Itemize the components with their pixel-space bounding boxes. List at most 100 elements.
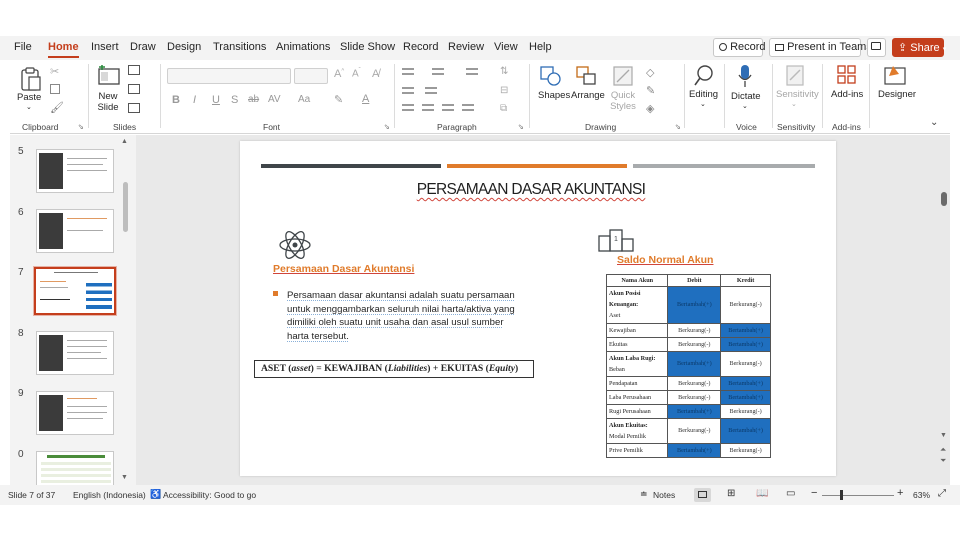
increase-indent-icon[interactable] xyxy=(425,87,437,89)
saldo-normal-table[interactable]: Nama Akun Debit Kredit Akun Posisi Keuang… xyxy=(605,274,771,458)
smartart-icon[interactable]: ⧉ xyxy=(500,103,507,114)
previous-slide-icon[interactable]: ⏶ xyxy=(940,445,946,455)
arrange-button-label[interactable]: Arrange xyxy=(571,90,605,101)
align-center-icon[interactable] xyxy=(422,104,434,106)
sensitivity-button-label[interactable]: Sensitivity xyxy=(776,89,819,100)
chevron-down-icon[interactable]: ⌄ xyxy=(700,100,706,108)
change-case-icon[interactable]: Aa xyxy=(298,94,310,105)
shape-outline-icon[interactable]: ✎ xyxy=(646,84,655,97)
bullets-icon[interactable] xyxy=(402,68,414,70)
justify-icon[interactable] xyxy=(462,104,474,106)
tab-insert[interactable]: Insert xyxy=(91,41,119,53)
zoom-in-icon[interactable]: + xyxy=(897,487,903,499)
strikethrough-icon[interactable]: ab xyxy=(248,94,259,105)
new-slide-button-label[interactable]: New Slide xyxy=(96,91,120,113)
scroll-down-icon[interactable]: ▼ xyxy=(940,432,947,439)
microphone-icon[interactable] xyxy=(737,64,753,90)
zoom-level[interactable]: 63% xyxy=(913,490,930,500)
underline-icon[interactable]: U xyxy=(212,94,220,106)
new-slide-icon[interactable] xyxy=(96,65,122,87)
slide-title[interactable]: PERSAMAAN DASAR AKUNTANSI xyxy=(240,181,822,199)
dictate-button-label[interactable]: Dictate xyxy=(731,91,761,102)
highlight-icon[interactable]: ✎ xyxy=(334,93,343,106)
cut-icon[interactable]: ✂ xyxy=(50,65,59,78)
dialog-launcher-icon[interactable]: ⬂ xyxy=(518,123,524,131)
record-button[interactable]: Record xyxy=(713,38,766,57)
slideshow-icon[interactable]: ▭ xyxy=(786,488,795,499)
slide-thumbnail[interactable] xyxy=(36,209,114,253)
share-button[interactable]: ⇪ Share ▾ xyxy=(892,38,946,57)
thumbnails-scrollbar[interactable]: ▲ ▼ xyxy=(121,138,128,481)
bold-icon[interactable]: B xyxy=(172,94,180,106)
tab-review[interactable]: Review xyxy=(448,41,484,53)
tab-draw[interactable]: Draw xyxy=(130,41,156,53)
paste-button-label[interactable]: Paste xyxy=(17,92,41,103)
reading-view-icon[interactable]: 📖 xyxy=(756,488,768,499)
chevron-down-icon[interactable]: ⌄ xyxy=(742,102,748,110)
designer-icon[interactable] xyxy=(883,64,907,86)
table-title[interactable]: Saldo Normal Akun xyxy=(617,254,713,266)
slide-thumbnail[interactable] xyxy=(36,451,114,485)
format-painter-icon[interactable]: 🖌 xyxy=(50,101,64,114)
decrease-font-icon[interactable]: Aˇ xyxy=(352,68,361,79)
shadow-icon[interactable]: S xyxy=(231,94,238,106)
quick-styles-button-label[interactable]: Quick Styles xyxy=(610,90,636,112)
slide-canvas[interactable]: PERSAMAAN DASAR AKUNTANSI Persamaan Dasa… xyxy=(240,141,836,476)
reset-icon[interactable] xyxy=(128,84,140,94)
tab-view[interactable]: View xyxy=(494,41,518,53)
font-size-dropdown[interactable] xyxy=(294,68,328,84)
section-icon[interactable] xyxy=(128,103,140,113)
chevron-down-icon[interactable]: ⌄ xyxy=(791,100,797,108)
section-heading[interactable]: Persamaan Dasar Akuntansi xyxy=(273,263,414,275)
fit-to-window-icon[interactable]: ⤢ xyxy=(938,488,946,499)
font-name-dropdown[interactable] xyxy=(167,68,291,84)
align-text-icon[interactable]: ⊟ xyxy=(500,85,508,96)
slide-thumbnail[interactable] xyxy=(36,391,114,435)
next-slide-icon[interactable]: ⏷ xyxy=(940,456,946,466)
collapse-ribbon-icon[interactable]: ⌄ xyxy=(930,117,938,128)
numbering-icon[interactable] xyxy=(432,68,444,70)
equation-box[interactable]: ASET (asset) = KEWAJIBAN (Liabilities) +… xyxy=(254,360,534,378)
language-indicator[interactable]: English (Indonesia) xyxy=(73,490,146,500)
shapes-button-label[interactable]: Shapes xyxy=(538,90,570,101)
present-in-teams-button[interactable]: Present in Teams xyxy=(769,38,872,57)
add-ins-icon[interactable] xyxy=(836,64,858,86)
tab-home[interactable]: Home xyxy=(48,41,79,58)
shape-fill-icon[interactable]: ◇ xyxy=(646,66,654,79)
quick-styles-icon[interactable] xyxy=(612,65,636,89)
add-ins-button-label[interactable]: Add-ins xyxy=(831,89,863,100)
layout-icon[interactable] xyxy=(128,65,140,75)
copy-icon[interactable] xyxy=(50,84,60,94)
zoom-slider[interactable] xyxy=(822,495,894,496)
arrange-icon[interactable] xyxy=(575,65,599,87)
chevron-down-icon[interactable]: ⌄ xyxy=(26,103,32,111)
shape-effects-icon[interactable]: ◈ xyxy=(646,102,654,115)
accessibility-icon[interactable]: ♿ xyxy=(150,489,161,500)
slide-sorter-icon[interactable]: ⊞ xyxy=(727,488,735,499)
dialog-launcher-icon[interactable]: ⬂ xyxy=(675,123,681,131)
sensitivity-icon[interactable] xyxy=(785,64,807,88)
notes-button[interactable]: Notes xyxy=(653,490,675,500)
accessibility-status[interactable]: Accessibility: Good to go xyxy=(163,490,256,500)
tab-help[interactable]: Help xyxy=(529,41,552,53)
decrease-indent-icon[interactable] xyxy=(402,87,414,89)
line-spacing-icon[interactable] xyxy=(466,68,478,70)
font-color-icon[interactable]: A xyxy=(362,93,369,105)
dialog-launcher-icon[interactable]: ⬂ xyxy=(78,123,84,131)
italic-icon[interactable]: I xyxy=(193,94,196,106)
tab-slide-show[interactable]: Slide Show xyxy=(340,41,395,53)
clear-formatting-icon[interactable]: A̸ xyxy=(372,68,379,80)
tab-record[interactable]: Record xyxy=(403,41,438,53)
comments-button[interactable] xyxy=(867,38,886,57)
editor-scroll-thumb[interactable] xyxy=(941,192,947,206)
slide-thumbnail-selected[interactable] xyxy=(33,266,117,316)
designer-button-label[interactable]: Designer xyxy=(878,89,916,100)
dialog-launcher-icon[interactable]: ⬂ xyxy=(384,123,390,131)
slide-thumbnail[interactable] xyxy=(36,149,114,193)
zoom-out-icon[interactable]: − xyxy=(811,487,817,499)
tab-design[interactable]: Design xyxy=(167,41,201,53)
tab-animations[interactable]: Animations xyxy=(276,41,330,53)
shapes-icon[interactable] xyxy=(539,65,563,87)
search-icon[interactable] xyxy=(693,64,715,88)
increase-font-icon[interactable]: A^ xyxy=(334,68,344,80)
